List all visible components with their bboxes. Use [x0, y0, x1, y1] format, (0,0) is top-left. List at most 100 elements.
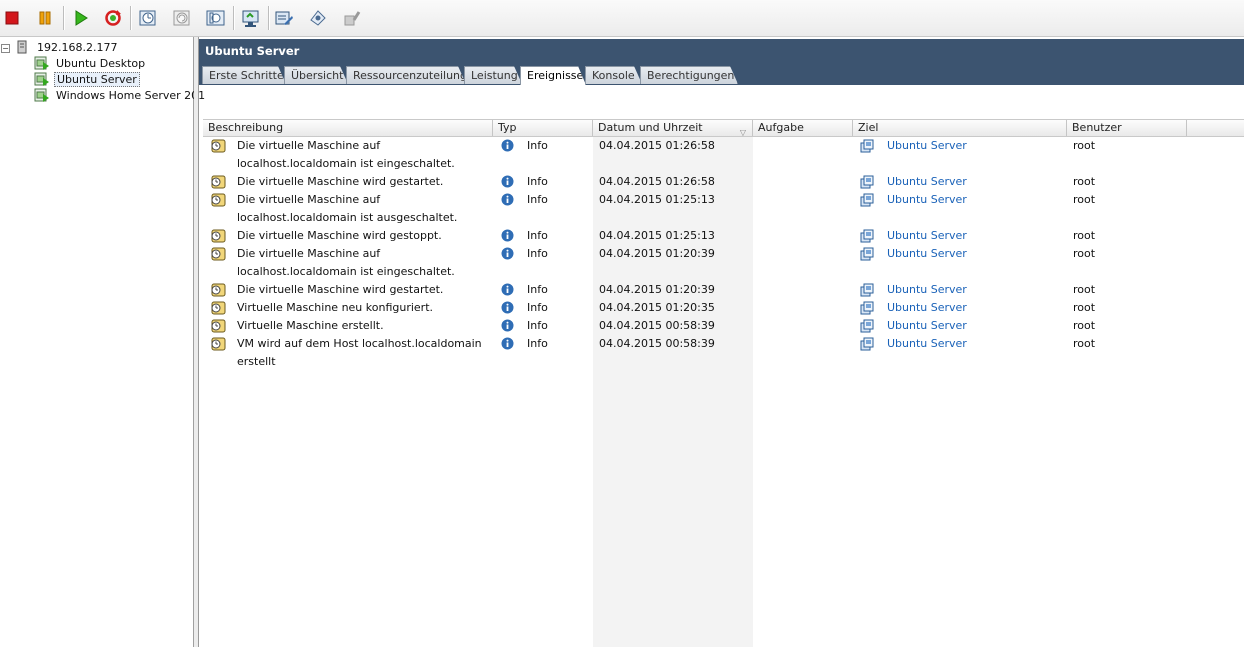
tab-uebersicht[interactable]: Übersicht: [284, 66, 348, 84]
vm-header: Ubuntu Server Erste Schritte Übersicht R…: [199, 39, 1244, 85]
event-target-link[interactable]: Ubuntu Server: [887, 245, 967, 263]
vm-target-icon: [860, 247, 874, 264]
pause-icon[interactable]: [33, 6, 57, 30]
event-target-link[interactable]: Ubuntu Server: [887, 137, 967, 155]
table-header: Beschreibung Typ Datum und Uhrzeit ▽ Auf…: [203, 119, 1244, 137]
tab-ressourcenzuteilung[interactable]: Ressourcenzuteilung: [346, 66, 466, 84]
tab-berechtigungen[interactable]: Berechtigungen: [640, 66, 738, 84]
table-row[interactable]: Die virtuelle Maschine wird gestartet. In…: [203, 173, 1244, 191]
event-icon: [209, 247, 227, 264]
event-datetime: 04.04.2015 01:25:13: [599, 193, 715, 206]
column-header-beschreibung[interactable]: Beschreibung: [203, 120, 493, 136]
event-target-link[interactable]: Ubuntu Server: [887, 317, 967, 335]
event-description: Die virtuelle Maschine wird gestoppt.: [237, 229, 442, 242]
table-row[interactable]: Die virtuelle Maschine auf localhost.loc…: [203, 245, 1244, 281]
event-target-link[interactable]: Ubuntu Server: [887, 281, 967, 299]
snapshot-manager-icon[interactable]: [204, 6, 228, 30]
vm-target-icon: [860, 229, 874, 246]
event-icon: [209, 283, 227, 300]
event-target-link[interactable]: Ubuntu Server: [887, 227, 967, 245]
event-user: root: [1073, 175, 1096, 188]
vm-target-icon: [860, 193, 874, 210]
tree-item-label: Ubuntu Server: [54, 71, 140, 87]
revert-snapshot-icon[interactable]: [170, 6, 194, 30]
column-header-ziel[interactable]: Ziel: [853, 120, 1067, 136]
event-user: root: [1073, 229, 1096, 242]
event-type: Info: [527, 319, 548, 332]
event-description: Virtuelle Maschine erstellt.: [237, 319, 384, 332]
table-row[interactable]: Die virtuelle Maschine auf localhost.loc…: [203, 137, 1244, 173]
event-icon: [209, 301, 227, 318]
page-title: Ubuntu Server: [205, 44, 300, 58]
tree-item-ubuntu-server[interactable]: Ubuntu Server: [34, 71, 140, 87]
event-target-link[interactable]: Ubuntu Server: [887, 173, 967, 191]
event-type: Info: [527, 139, 548, 152]
event-description: Die virtuelle Maschine auf localhost.loc…: [237, 139, 455, 170]
play-icon[interactable]: [69, 6, 93, 30]
tab-erste-schritte[interactable]: Erste Schritte: [202, 66, 286, 84]
console-icon[interactable]: [239, 6, 263, 30]
tools-icon[interactable]: [306, 6, 330, 30]
table-row[interactable]: Die virtuelle Maschine auf localhost.loc…: [203, 191, 1244, 227]
tree-item-ubuntu-desktop[interactable]: Ubuntu Desktop: [34, 55, 147, 71]
tab-konsole[interactable]: Konsole: [585, 66, 642, 84]
column-header-datum[interactable]: Datum und Uhrzeit ▽: [593, 120, 753, 137]
event-type: Info: [527, 193, 548, 206]
event-datetime: 04.04.2015 00:58:39: [599, 319, 715, 332]
snapshot-icon[interactable]: [136, 6, 160, 30]
event-user: root: [1073, 139, 1096, 152]
panel-splitter[interactable]: [194, 37, 199, 647]
vm-target-icon: [860, 319, 874, 336]
vm-target-icon: [860, 139, 874, 156]
event-user: root: [1073, 337, 1096, 350]
event-target-link[interactable]: Ubuntu Server: [887, 299, 967, 317]
tab-leistung[interactable]: Leistung: [464, 66, 522, 84]
vm-powered-on-icon: [34, 72, 49, 86]
event-datetime: 04.04.2015 01:20:35: [599, 301, 715, 314]
event-type: Info: [527, 301, 548, 314]
tree-item-windows-home-server[interactable]: Windows Home Server 201: [34, 87, 207, 103]
event-icon: [209, 175, 227, 192]
table-row[interactable]: Die virtuelle Maschine wird gestoppt. Inf…: [203, 227, 1244, 245]
event-user: root: [1073, 193, 1096, 206]
collapse-icon[interactable]: −: [1, 44, 10, 53]
event-type: Info: [527, 337, 548, 350]
permissions-icon[interactable]: [340, 6, 364, 30]
info-icon: [501, 301, 514, 317]
info-icon: [501, 337, 514, 353]
vm-target-icon: [860, 283, 874, 300]
tree-item-label: Ubuntu Desktop: [56, 56, 146, 70]
event-datetime: 04.04.2015 01:20:39: [599, 247, 715, 260]
event-target-link[interactable]: Ubuntu Server: [887, 335, 967, 353]
event-type: Info: [527, 229, 548, 242]
event-icon: [209, 139, 227, 156]
event-icon: [209, 193, 227, 210]
event-target-link[interactable]: Ubuntu Server: [887, 191, 967, 209]
event-icon: [209, 319, 227, 336]
event-user: root: [1073, 319, 1096, 332]
table-row[interactable]: Virtuelle Maschine neu konfiguriert. Info…: [203, 299, 1244, 317]
event-user: root: [1073, 247, 1096, 260]
table-row[interactable]: VM wird auf dem Host localhost.localdoma…: [203, 335, 1244, 371]
stop-icon[interactable]: [0, 6, 24, 30]
event-datetime: 04.04.2015 01:25:13: [599, 229, 715, 242]
tree-host[interactable]: 192.168.2.177: [17, 39, 119, 55]
column-header-benutzer[interactable]: Benutzer: [1067, 120, 1187, 136]
edit-settings-icon[interactable]: [272, 6, 296, 30]
vm-target-icon: [860, 337, 874, 354]
column-header-aufgabe[interactable]: Aufgabe: [753, 120, 853, 136]
info-icon: [501, 319, 514, 335]
column-header-datum-label: Datum und Uhrzeit: [598, 121, 703, 134]
tab-ereignisse[interactable]: Ereignisse: [520, 66, 586, 85]
info-icon: [501, 139, 514, 155]
table-row[interactable]: Virtuelle Maschine erstellt. Info 04.04.20…: [203, 317, 1244, 335]
event-datetime: 04.04.2015 01:20:39: [599, 283, 715, 296]
reset-icon[interactable]: [101, 6, 125, 30]
tree-host-label: 192.168.2.177: [37, 40, 118, 54]
tree-item-label: Windows Home Server 201: [56, 88, 206, 102]
column-header-typ[interactable]: Typ: [493, 120, 593, 136]
event-type: Info: [527, 247, 548, 260]
table-row[interactable]: Die virtuelle Maschine wird gestartet. In…: [203, 281, 1244, 299]
event-user: root: [1073, 301, 1096, 314]
vm-powered-on-icon: [34, 56, 49, 70]
